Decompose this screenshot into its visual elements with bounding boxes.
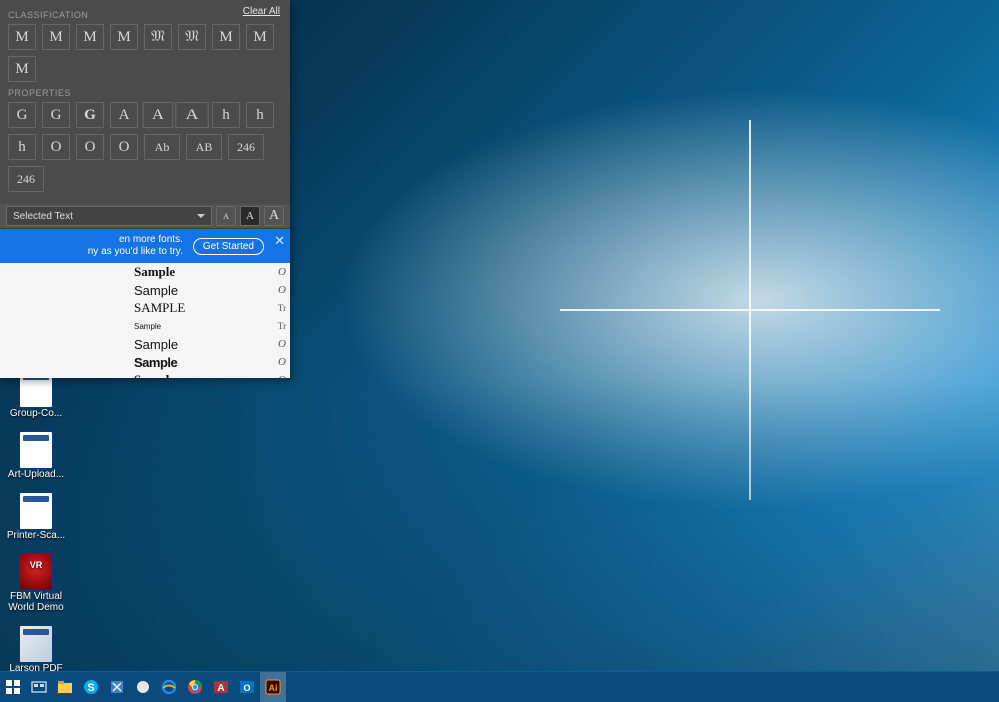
property-cell[interactable]: G <box>8 102 36 128</box>
property-cell[interactable]: h <box>246 102 274 128</box>
font-preview: Sample <box>134 337 274 352</box>
properties-heading: PROPERTIES <box>8 88 282 98</box>
promo-text: en more fonts. ny as you'd like to try. <box>88 234 183 258</box>
close-icon[interactable]: ✕ <box>274 233 285 249</box>
preview-size-small[interactable]: A <box>216 206 236 226</box>
panel-header: Selected Text A A A <box>0 204 290 229</box>
font-preview: Sample <box>134 355 274 370</box>
font-preview: Sample <box>134 264 274 280</box>
property-cell[interactable]: A <box>143 102 174 128</box>
classification-cell[interactable]: M <box>8 24 36 50</box>
classification-cell[interactable]: M <box>42 24 70 50</box>
desktop-icon[interactable]: FBM Virtual World Demo <box>4 553 68 613</box>
svg-text:Ai: Ai <box>269 683 278 693</box>
preview-size-medium[interactable]: A <box>240 206 260 226</box>
classification-cell[interactable]: 𝔐 <box>178 24 206 50</box>
property-cell[interactable]: h <box>8 134 36 160</box>
font-type-badge: O <box>274 356 290 368</box>
property-cell[interactable]: A <box>175 102 209 128</box>
property-cell[interactable]: AB <box>186 134 222 160</box>
classification-cell[interactable]: 𝔐 <box>144 24 172 50</box>
font-filter-section: Clear All CLASSIFICATION MMMM𝔐𝔐MMM PROPE… <box>0 0 290 204</box>
property-cell[interactable]: O <box>76 134 104 160</box>
font-type-badge: O <box>274 284 290 296</box>
desktop-icon[interactable]: Printer-Sca... <box>4 492 68 541</box>
clear-all-link[interactable]: Clear All <box>243 6 280 17</box>
taskbar-settings[interactable] <box>130 672 156 702</box>
file-icon <box>19 492 53 530</box>
icon-label: Art-Upload... <box>8 469 64 480</box>
property-cell[interactable]: O <box>110 134 138 160</box>
desktop-icons: Group-Co... Art-Upload... Printer-Sca... FB… <box>4 370 74 697</box>
taskbar-ie[interactable] <box>156 672 182 702</box>
classification-cell[interactable]: M <box>110 24 138 50</box>
icon-label: Printer-Sca... <box>7 530 65 541</box>
property-cell[interactable]: O <box>42 134 70 160</box>
classification-cell[interactable]: M <box>76 24 104 50</box>
svg-text:A: A <box>217 683 224 694</box>
file-icon <box>19 431 53 469</box>
preview-mode-dropdown[interactable]: Selected Text <box>6 206 212 226</box>
icon-label: Group-Co... <box>10 408 62 419</box>
property-cell[interactable]: Ab <box>144 134 180 160</box>
classification-heading: CLASSIFICATION <box>8 10 282 20</box>
property-cell[interactable]: h <box>212 102 240 128</box>
taskbar-illustrator[interactable]: Ai <box>260 672 286 702</box>
property-cell[interactable]: 246 <box>228 134 264 160</box>
font-row[interactable]: SampleTr <box>0 317 290 335</box>
taskbar-file-explorer[interactable] <box>52 672 78 702</box>
adobe-fonts-promo: en more fonts. ny as you'd like to try. … <box>0 229 290 263</box>
taskbar-start[interactable] <box>0 672 26 702</box>
font-row[interactable]: SampleO <box>0 371 290 378</box>
icon-label: FBM Virtual World Demo <box>4 591 68 613</box>
preview-size-large[interactable]: A <box>264 206 284 226</box>
classification-cell[interactable]: M <box>246 24 274 50</box>
svg-text:S: S <box>87 682 94 694</box>
dropdown-label: Selected Text <box>13 211 73 222</box>
property-cell[interactable]: G <box>76 102 104 128</box>
property-cell[interactable]: A <box>110 102 138 128</box>
font-row[interactable]: SampleO <box>0 263 290 281</box>
classification-cell[interactable]: M <box>212 24 240 50</box>
taskbar-chrome[interactable] <box>182 672 208 702</box>
font-type-badge: O <box>274 338 290 350</box>
font-preview: Sample <box>134 372 274 378</box>
font-type-badge: Tr <box>274 321 290 331</box>
font-preview: Sample <box>134 322 274 331</box>
svg-text:O: O <box>243 683 250 693</box>
font-list[interactable]: SampleOSampleOSAMPLETrSampleTrSampleOSam… <box>0 263 290 378</box>
font-preview: SAMPLE <box>134 300 274 316</box>
taskbar-skype[interactable]: S <box>78 672 104 702</box>
taskbar-outlook[interactable]: O <box>234 672 260 702</box>
font-preview: Sample <box>134 283 274 298</box>
classification-grid: MMMM𝔐𝔐MMM <box>8 24 282 82</box>
font-row[interactable]: SampleO <box>0 353 290 371</box>
classification-cell[interactable]: M <box>8 56 36 82</box>
desktop-icon[interactable]: Art-Upload... <box>4 431 68 480</box>
font-row[interactable]: SampleO <box>0 335 290 353</box>
font-type-badge: O <box>274 374 290 378</box>
font-row[interactable]: SampleO <box>0 281 290 299</box>
font-type-badge: Tr <box>274 303 290 313</box>
taskbar-task-view[interactable] <box>26 672 52 702</box>
file-icon <box>19 553 53 591</box>
property-cell[interactable]: G <box>42 102 70 128</box>
taskbar: S A O Ai <box>0 671 999 702</box>
get-started-button[interactable]: Get Started <box>193 238 264 255</box>
file-icon <box>19 625 53 663</box>
taskbar-snip[interactable] <box>104 672 130 702</box>
font-type-badge: O <box>274 266 290 278</box>
properties-grid: GGGAAAhhhOOOAbAB246246 <box>8 102 282 192</box>
taskbar-access[interactable]: A <box>208 672 234 702</box>
font-picker-panel: Clear All CLASSIFICATION MMMM𝔐𝔐MMM PROPE… <box>0 0 290 378</box>
property-cell[interactable]: 246 <box>8 166 44 192</box>
font-row[interactable]: SAMPLETr <box>0 299 290 317</box>
